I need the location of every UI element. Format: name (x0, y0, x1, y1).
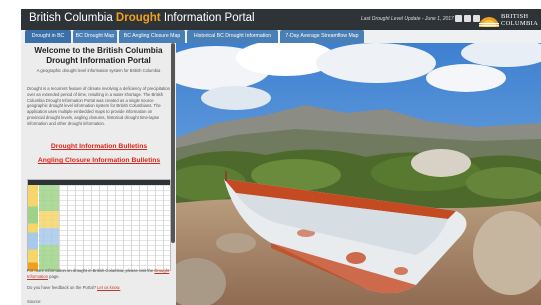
bc-logo-text: BRITISH COLUMBIA (501, 13, 539, 27)
tab-bc-drought-map[interactable]: BC Drought Map (73, 30, 117, 43)
title-suffix: Information Portal (160, 12, 255, 24)
last-update-text: Last Drought Level Update - June 1, 2017 (361, 16, 454, 22)
sidebar-panel: Welcome to the British Columbia Drought … (21, 43, 176, 305)
sidebar-scrollbar[interactable] (171, 43, 175, 243)
drought-level-table-image[interactable] (27, 179, 171, 271)
twitter-icon[interactable] (464, 15, 471, 22)
feedback-link[interactable]: Let us know. (97, 285, 120, 290)
feedback-text: Do you have feedback on the Portal? Let … (27, 285, 121, 290)
title-prefix: British Columbia (29, 12, 116, 24)
tab-historical-bc-drought-information[interactable]: Historical BC Drought Information (187, 30, 278, 43)
sidebar-subtitle: A geographic drought level information s… (36, 68, 161, 73)
tab-7-day-average-streamflow-map[interactable]: 7-Day Average Streamflow Map (280, 30, 364, 43)
header-bar: British Columbia Drought Information Por… (21, 9, 541, 30)
drought-information-bulletins-link[interactable]: Drought Information Bulletins (27, 143, 171, 150)
page-title: British Columbia Drought Information Por… (29, 12, 255, 24)
tab-bar: Drought in BC BC Drought Map BC Angling … (21, 30, 541, 43)
source-label: Source: (27, 299, 42, 304)
tab-bc-angling-closure-map[interactable]: BC Angling Closure Map (119, 30, 185, 43)
title-highlight: Drought (115, 12, 161, 24)
sidebar-title: Welcome to the British Columbia Drought … (34, 46, 163, 65)
hero-image-boat-on-dry-land (176, 43, 541, 305)
sidebar-intro: Drought is a recurrent feature of climat… (27, 86, 170, 126)
tab-drought-in-bc[interactable]: Drought in BC (25, 30, 71, 43)
bc-logo[interactable]: BRITISH COLUMBIA (477, 11, 539, 29)
bc-sun-icon (479, 17, 499, 27)
more-info-text: For more information on drought in Briti… (27, 268, 170, 279)
angling-closure-bulletins-link[interactable]: Angling Closure Information Bulletins (27, 157, 171, 164)
facebook-icon[interactable] (455, 15, 462, 22)
